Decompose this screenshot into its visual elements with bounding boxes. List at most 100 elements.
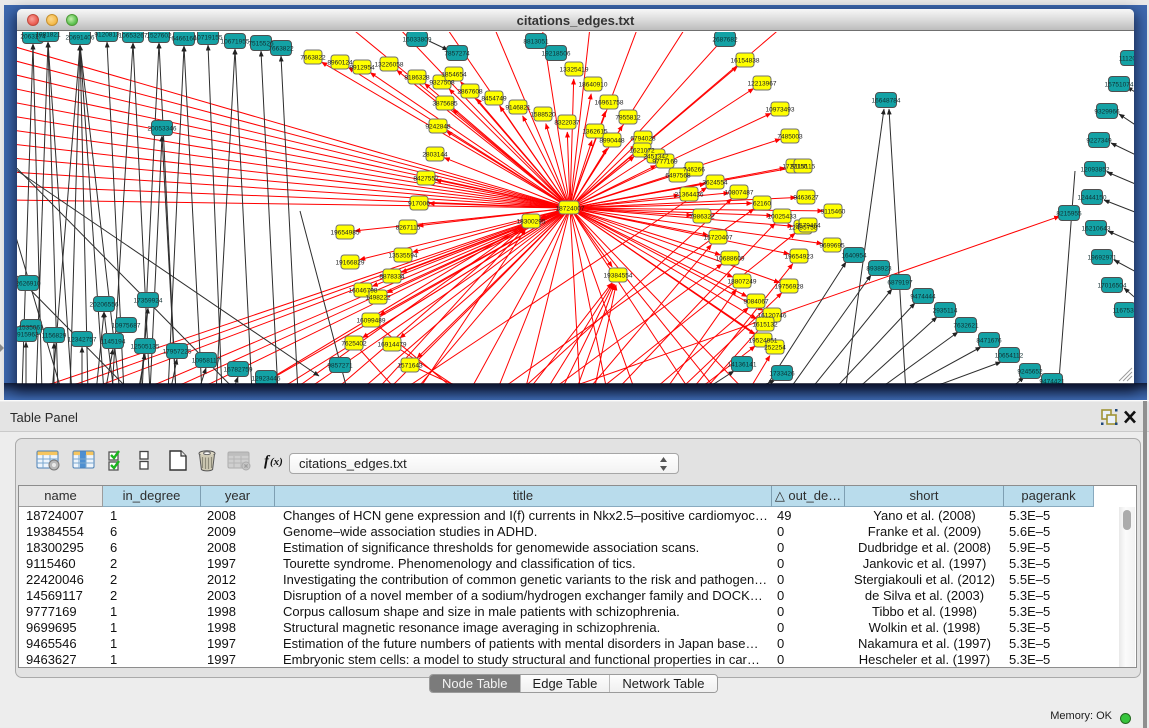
svg-text:1362615: 1362615 (582, 129, 608, 136)
svg-text:8990448: 8990448 (599, 138, 625, 145)
svg-text:10975687: 10975687 (112, 323, 141, 330)
svg-text:19692971: 19692971 (1088, 255, 1117, 262)
svg-text:19166829: 19166829 (336, 260, 365, 267)
svg-text:9857271: 9857271 (327, 363, 353, 370)
svg-text:12444150: 12444150 (1078, 195, 1107, 202)
svg-text:20206556: 20206556 (90, 302, 119, 309)
svg-text:7986322: 7986322 (689, 214, 715, 221)
svg-text:10807487: 10807487 (725, 190, 754, 197)
svg-text:1145194: 1145194 (101, 339, 126, 346)
svg-text:3875685: 3875685 (432, 101, 458, 108)
svg-text:16033809: 16033809 (403, 37, 432, 44)
svg-text:9242848: 9242848 (425, 124, 451, 131)
svg-text:8215955: 8215955 (1056, 211, 1082, 218)
svg-text:2687682: 2687682 (712, 37, 738, 44)
svg-text:6794028: 6794028 (630, 136, 656, 143)
svg-text:6879197: 6879197 (887, 280, 913, 287)
svg-text:8454749: 8454749 (481, 96, 507, 103)
svg-text:7663822: 7663822 (268, 46, 294, 53)
svg-text:9115460: 9115460 (821, 209, 846, 216)
svg-text:9227349: 9227349 (1086, 138, 1112, 145)
svg-text:12923446: 12923446 (252, 376, 281, 383)
svg-text:1571643: 1571643 (397, 363, 423, 370)
svg-text:14136141: 14136141 (728, 362, 757, 369)
svg-text:3915963: 3915963 (17, 332, 39, 339)
svg-text:18807249: 18807249 (728, 279, 757, 286)
svg-text:8267115: 8267115 (396, 225, 421, 232)
svg-text:7955812: 7955812 (615, 115, 641, 122)
svg-text:16154838: 16154838 (731, 58, 760, 65)
svg-text:17957225: 17957225 (163, 349, 192, 356)
svg-text:1167533: 1167533 (1113, 308, 1134, 315)
svg-text:7485003: 7485003 (777, 134, 803, 141)
svg-text:(x): (x) (270, 456, 283, 468)
svg-text:16782759: 16782759 (224, 367, 253, 374)
svg-text:8912954: 8912954 (349, 65, 375, 72)
svg-text:8938923: 8938923 (866, 266, 892, 273)
svg-text:16914479: 16914479 (378, 342, 407, 349)
svg-text:20053346: 20053346 (148, 126, 177, 133)
svg-text:16210643: 16210643 (1082, 226, 1111, 233)
svg-text:18300295: 18300295 (517, 219, 546, 226)
svg-text:16046798: 16046798 (349, 288, 378, 295)
svg-text:12213967: 12213967 (748, 81, 777, 88)
svg-text:3624554: 3624554 (702, 180, 728, 187)
svg-text:9115115: 9115115 (791, 164, 816, 171)
svg-text:7857274: 7857274 (444, 51, 470, 58)
svg-text:20691406: 20691406 (66, 35, 95, 42)
svg-text:17359924: 17359924 (134, 298, 163, 305)
svg-text:13535594: 13535594 (389, 253, 418, 260)
svg-text:10025433: 10025433 (768, 214, 797, 221)
svg-text:9084067: 9084067 (743, 299, 769, 306)
svg-text:7625402: 7625402 (341, 341, 367, 348)
svg-text:9120813: 9120813 (94, 32, 120, 39)
svg-text:9699695: 9699695 (819, 243, 845, 250)
svg-text:7632621: 7632621 (953, 323, 979, 330)
svg-text:9245652: 9245652 (1017, 369, 1043, 376)
svg-text:9329966: 9329966 (1094, 109, 1120, 116)
svg-text:2626910: 2626910 (17, 281, 41, 288)
svg-text:19384554: 19384554 (604, 273, 633, 280)
svg-text:19654985: 19654985 (331, 230, 360, 237)
svg-text:10973493: 10973493 (766, 107, 795, 114)
svg-text:10958117: 10958117 (192, 358, 221, 365)
svg-text:16099489: 16099489 (357, 318, 386, 325)
svg-text:18724007: 18724007 (556, 206, 585, 213)
svg-text:8813051: 8813051 (523, 39, 549, 46)
svg-text:9579464: 9579464 (795, 223, 821, 230)
svg-text:10654112: 10654112 (995, 353, 1024, 360)
svg-text:18640910: 18640910 (579, 82, 608, 89)
svg-text:9146821: 9146821 (505, 105, 531, 112)
svg-text:16648784: 16648784 (872, 98, 901, 105)
svg-text:10688609: 10688609 (716, 256, 745, 263)
svg-text:9327508: 9327508 (429, 80, 455, 87)
svg-text:10671955: 10671955 (221, 39, 250, 46)
svg-text:2867608: 2867608 (457, 89, 483, 96)
svg-text:62160: 62160 (753, 201, 771, 208)
svg-text:8878334: 8878334 (379, 274, 405, 281)
svg-text:1615132: 1615132 (752, 322, 778, 329)
svg-text:12342757: 12342757 (68, 337, 97, 344)
svg-text:19756928: 19756928 (775, 284, 804, 291)
svg-text:7663822: 7663822 (300, 55, 326, 62)
svg-text:8471676: 8471676 (976, 338, 1002, 345)
svg-text:16961758: 16961758 (595, 100, 624, 107)
svg-text:13325419: 13325419 (560, 67, 589, 74)
svg-text:19654923: 19654923 (785, 254, 814, 261)
svg-text:1156829: 1156829 (42, 333, 67, 340)
svg-text:2935114: 2935114 (933, 308, 958, 315)
svg-text:917006: 917006 (408, 201, 430, 208)
svg-text:9777169: 9777169 (652, 159, 678, 166)
svg-text:6497568: 6497568 (665, 173, 691, 180)
svg-text:19218506: 19218506 (542, 51, 571, 58)
svg-text:21364436: 21364436 (675, 192, 704, 199)
svg-text:1733426: 1733426 (769, 371, 795, 378)
svg-text:1498222: 1498222 (365, 295, 391, 302)
svg-text:1112053: 1112053 (1119, 56, 1134, 63)
svg-text:9463627: 9463627 (793, 195, 819, 202)
svg-text:10653267: 10653267 (119, 33, 148, 40)
svg-text:8322037: 8322037 (554, 120, 580, 127)
svg-text:1081821: 1081821 (35, 32, 61, 39)
svg-text:1588520: 1588520 (530, 112, 556, 119)
svg-text:15751074: 15751074 (1105, 82, 1134, 89)
